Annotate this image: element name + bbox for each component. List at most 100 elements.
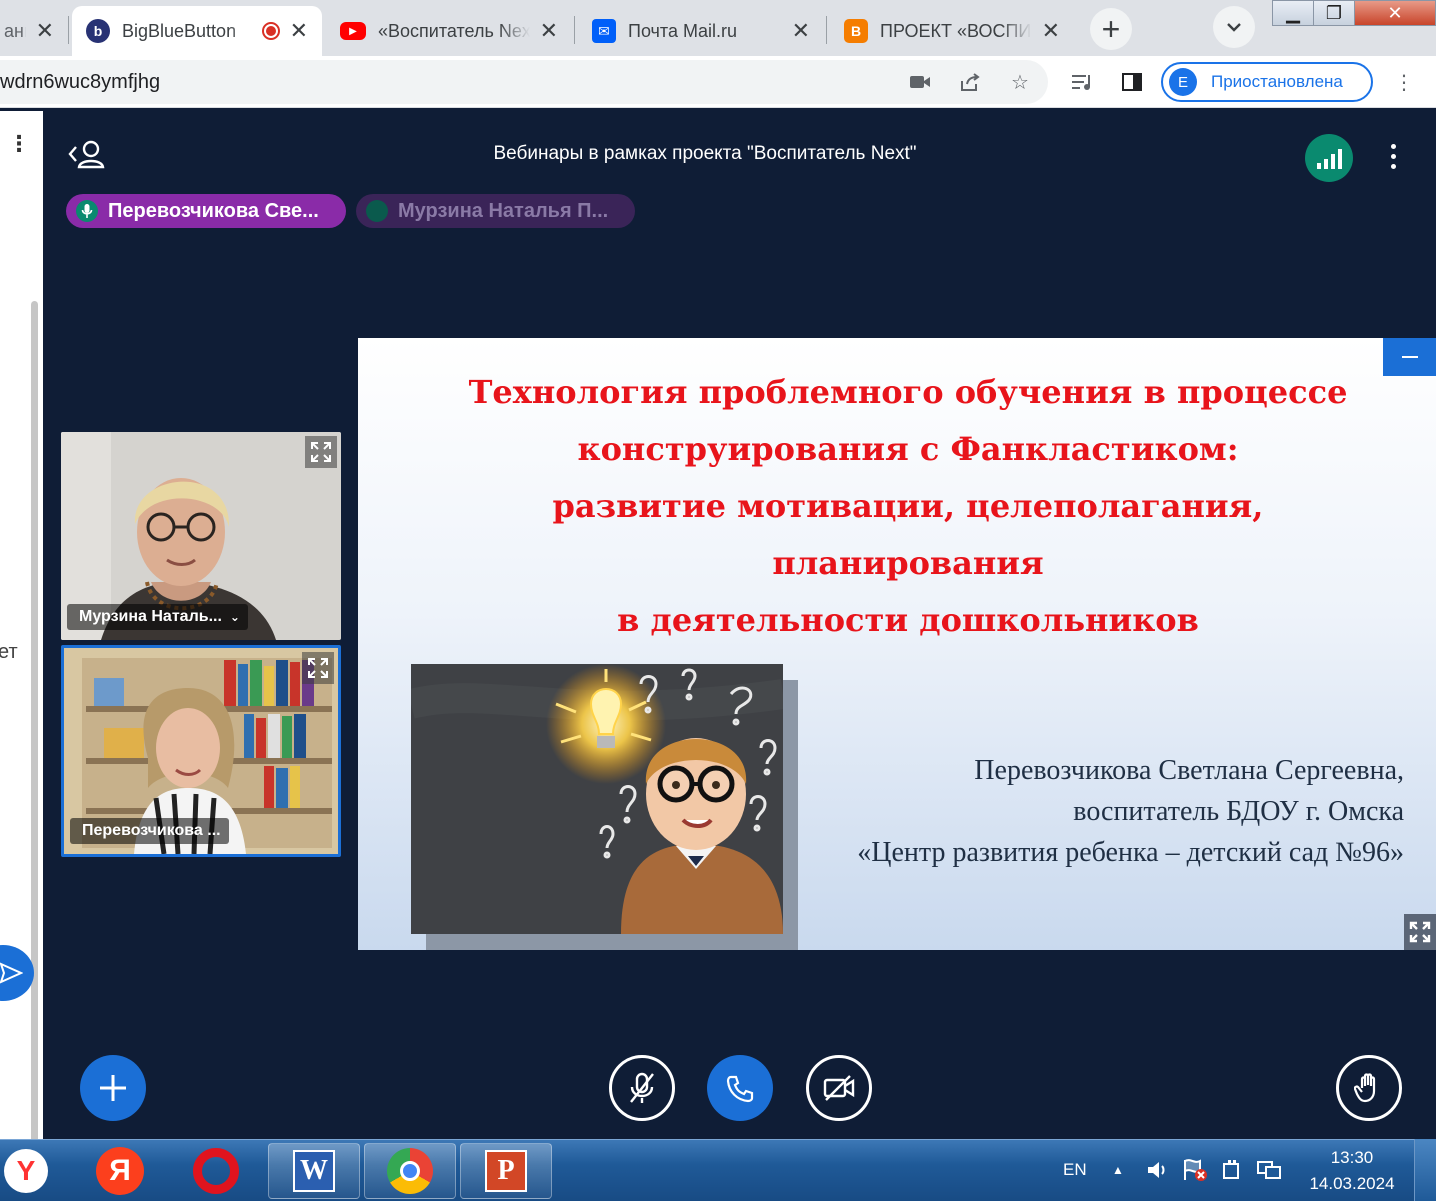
clock-time: 13:30 — [1330, 1148, 1374, 1167]
webcam-tile-talking[interactable]: Перевозчикова ... — [61, 645, 341, 857]
restore-window-icon[interactable]: ❐ — [1313, 0, 1355, 26]
tab-blogger[interactable]: B ПРОЕКТ «ВОСПИТАТЕЛЬ ✕ — [830, 6, 1074, 56]
clock[interactable]: 13:30 14.03.2024 — [1292, 1145, 1412, 1197]
word-icon[interactable]: W — [268, 1143, 360, 1199]
slide-title-line: Технология проблемного обучения в процес… — [468, 373, 1348, 411]
webcam-name-label: Мурзина Наталь... — [79, 608, 222, 625]
user-icon — [68, 140, 105, 169]
share-icon[interactable] — [956, 68, 984, 96]
network-icon[interactable] — [1256, 1139, 1282, 1201]
tab-close-icon[interactable]: ✕ — [1042, 18, 1060, 44]
microphone-muted-icon — [630, 1072, 654, 1103]
fullscreen-icon[interactable] — [302, 652, 334, 684]
tab-title: ПРОЕКТ «ВОСПИТАТЕЛЬ — [880, 20, 1032, 41]
mail-icon: ✉ — [592, 19, 616, 43]
tray-expand-icon[interactable]: ▲ — [1112, 1139, 1124, 1201]
talking-indicator-active[interactable]: Перевозчикова Све... — [66, 194, 346, 228]
tab-youtube[interactable]: ▶ «Воспитатель Next» ✕ — [326, 6, 572, 56]
powerpoint-icon[interactable]: P — [460, 1143, 552, 1199]
show-desktop-button[interactable] — [1414, 1139, 1436, 1201]
chevron-down-icon: ⌄ — [229, 610, 240, 624]
url-field[interactable]: wdrn6wuc8ymfjhg — [0, 60, 1048, 104]
slide-author-line: воспитатель БДОУ г. Омска — [1073, 796, 1404, 827]
camera-in-use-icon[interactable] — [906, 68, 934, 96]
toggle-userlist-button[interactable] — [66, 136, 108, 172]
tab-bigbluebutton[interactable]: b BigBlueButton ✕ — [72, 6, 322, 56]
tab-title: BigBlueButton — [122, 20, 237, 41]
language-indicator[interactable]: EN — [1063, 1139, 1087, 1201]
power-icon[interactable] — [1220, 1139, 1244, 1201]
tab-search-chevron-icon[interactable] — [1213, 6, 1255, 48]
options-menu-icon[interactable] — [1380, 138, 1406, 174]
close-window-icon[interactable]: ✕ — [1354, 0, 1436, 26]
camera-off-icon — [823, 1075, 855, 1101]
clock-date: 14.03.2024 — [1309, 1174, 1395, 1193]
tab-close-icon[interactable]: ✕ — [36, 18, 54, 44]
yandex-icon[interactable]: Я — [74, 1143, 166, 1199]
youtube-icon: ▶ — [340, 22, 366, 40]
tab-title: ание — [4, 20, 26, 41]
presentation-fullscreen-icon[interactable] — [1404, 914, 1436, 950]
share-webcam-button[interactable] — [806, 1055, 872, 1121]
hand-icon — [1354, 1073, 1376, 1103]
slide-title-line: развитие мотивации, целеполагания, — [552, 487, 1264, 525]
slide-author-line: Перевозчикова Светлана Сергеевна, — [974, 755, 1404, 786]
actions-plus-button[interactable] — [80, 1055, 146, 1121]
yandex-browser-icon[interactable]: Y — [0, 1143, 52, 1199]
slide-image — [411, 664, 783, 934]
chrome-icon[interactable] — [364, 1143, 456, 1199]
unmute-microphone-button[interactable] — [609, 1055, 675, 1121]
bbb-icon: b — [86, 19, 110, 43]
slide-title: Технология проблемного обучения в процес… — [408, 364, 1408, 649]
tab-mail[interactable]: ✉ Почта Mail.ru ✕ — [578, 6, 824, 56]
talker-name: Перевозчикова Све... — [108, 199, 319, 222]
microphone-icon — [76, 200, 98, 222]
side-panel-icon[interactable] — [1118, 68, 1146, 96]
leave-audio-button[interactable] — [707, 1055, 773, 1121]
avatar: E — [1169, 68, 1197, 96]
talking-indicator[interactable]: Мурзина Наталья П... — [356, 194, 635, 228]
presentation-slide[interactable]: Технология проблемного обучения в процес… — [358, 338, 1436, 950]
new-tab-button[interactable]: + — [1090, 8, 1132, 50]
tab-close-icon[interactable]: ✕ — [792, 18, 810, 44]
connection-status-icon[interactable] — [1305, 134, 1353, 182]
meeting-title: Вебинары в рамках проекта "Воспитатель N… — [493, 143, 917, 164]
send-icon — [0, 962, 23, 984]
slide-title-line: планирования — [772, 544, 1044, 582]
tab-title: «Воспитатель Next» — [378, 20, 530, 41]
browser-tab-strip: ание ✕ b BigBlueButton ✕ ▶ «Воспитатель … — [0, 0, 1436, 56]
tab-separator — [574, 16, 575, 44]
panel-options-icon[interactable]: ⋮ — [8, 131, 30, 157]
minimize-window-icon[interactable]: ▁ — [1272, 0, 1314, 26]
webcam-tile[interactable]: Мурзина Наталь... ⌄ — [61, 432, 341, 640]
talker-name: Мурзина Наталья П... — [398, 199, 609, 222]
tab-close-icon[interactable]: ✕ — [290, 18, 308, 44]
bookmark-star-icon[interactable]: ☆ — [1006, 68, 1034, 96]
tab-separator — [826, 16, 827, 44]
minus-icon — [1401, 356, 1418, 358]
webcam-user-name[interactable]: Перевозчикова ... — [70, 818, 229, 844]
tab-close-icon[interactable]: ✕ — [540, 18, 558, 44]
phone-icon — [726, 1075, 754, 1103]
url-text: wdrn6wuc8ymfjhg — [0, 70, 161, 93]
reading-list-icon[interactable] — [1068, 68, 1096, 96]
tab-separator — [68, 16, 69, 44]
tab-partial[interactable]: ание ✕ — [0, 6, 68, 56]
fullscreen-icon[interactable] — [305, 436, 337, 468]
opera-icon[interactable] — [170, 1143, 262, 1199]
tab-title: Почта Mail.ru — [628, 20, 737, 41]
blogger-icon: B — [844, 19, 868, 43]
raise-hand-button[interactable] — [1336, 1055, 1402, 1121]
slide-title-line: конструирования с Фанкластиком: — [577, 430, 1239, 468]
webcam-name-label: Перевозчикова ... — [82, 822, 221, 839]
volume-icon[interactable] — [1146, 1139, 1170, 1201]
scrollbar[interactable] — [31, 301, 38, 1151]
minimize-presentation-button[interactable] — [1383, 338, 1436, 376]
webcam-user-name[interactable]: Мурзина Наталь... ⌄ — [67, 604, 248, 630]
slide-title-line: в деятельности дошкольников — [617, 601, 1199, 639]
action-center-flag-icon[interactable] — [1182, 1139, 1208, 1201]
profile-button[interactable]: E Приостановлена — [1161, 62, 1373, 102]
microphone-muted-icon — [366, 200, 388, 222]
chrome-menu-icon[interactable]: ⋮ — [1390, 68, 1418, 96]
chat-partial-text: ет — [0, 641, 18, 663]
